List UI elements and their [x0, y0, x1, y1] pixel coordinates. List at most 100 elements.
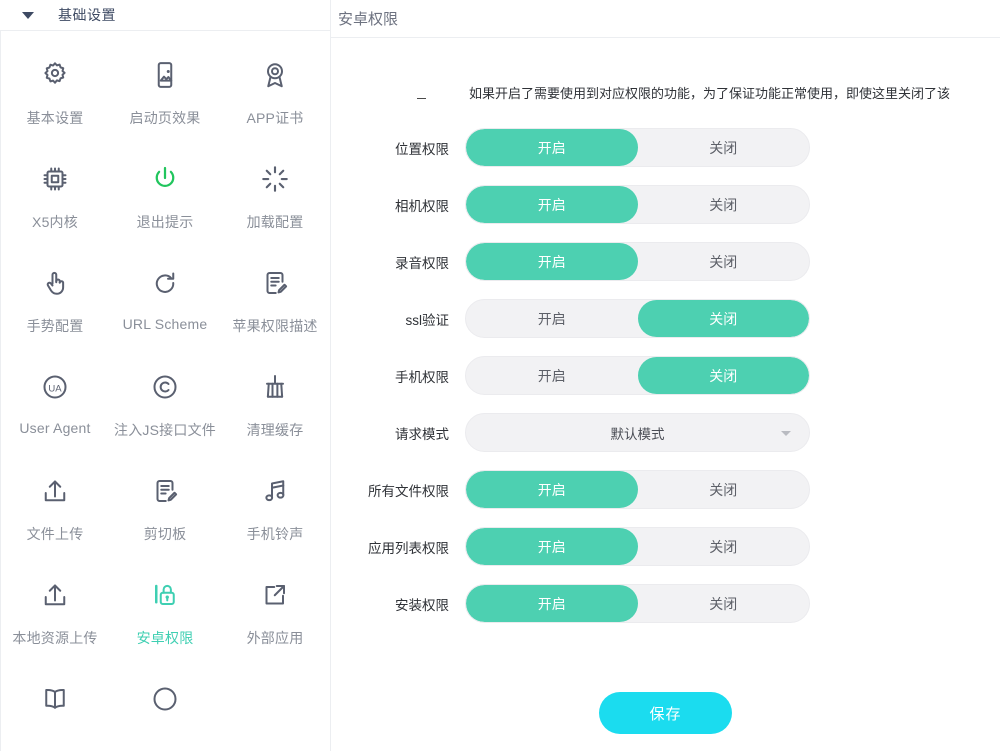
sidebar-item-2[interactable]: 启动页效果: [110, 55, 220, 128]
page-title: 安卓权限: [338, 11, 399, 28]
external-link-icon: [255, 575, 295, 615]
certificate-icon: [255, 55, 295, 95]
sidebar-item-label: 本地资源上传: [12, 630, 98, 646]
toggle-on-option[interactable]: 开启: [466, 243, 638, 280]
save-button-container: 保存: [331, 692, 1000, 734]
row-label: 应用列表权限: [368, 540, 449, 556]
sidebar-item-label: 基本设置: [26, 110, 84, 126]
sidebar-item-17[interactable]: 安卓权限: [110, 575, 220, 648]
circle-icon: [145, 679, 185, 719]
toggle-on-option[interactable]: 开启: [466, 528, 638, 565]
sidebar-item-5[interactable]: 退出提示: [110, 159, 220, 232]
row-label: 所有文件权限: [368, 483, 449, 499]
main-header: 安卓权限: [331, 0, 1000, 38]
toggle-off-option[interactable]: 关闭: [637, 357, 809, 394]
chip-icon: [35, 159, 75, 199]
toggle-off-option[interactable]: 关闭: [638, 528, 810, 565]
sidebar-item-3[interactable]: APP证书: [220, 55, 330, 128]
toggle-off-option[interactable]: 关闭: [637, 300, 809, 337]
toggle-group: 开启 关闭: [465, 299, 810, 338]
settings-rows: 位置权限 开启 关闭 相机权限 开启 关闭 录音权限 开启 关闭 ssl验证 开启 关闭 手机权限 开启关…: [331, 119, 1000, 632]
settings-row: 应用列表权限 开启 关闭: [331, 518, 1000, 575]
toggle-group: 开启 关闭: [465, 185, 810, 224]
settings-row: 安装权限 开启 关闭: [331, 575, 1000, 632]
doc-edit-icon: [255, 263, 295, 303]
refresh-icon: [145, 263, 185, 303]
sidebar-item-18[interactable]: 外部应用: [220, 575, 330, 648]
sidebar-item-6[interactable]: 加载配置: [220, 159, 330, 232]
sidebar-left-rail: [0, 31, 1, 751]
sidebar-item-partial-1[interactable]: [0, 679, 110, 719]
sidebar-item-16[interactable]: 本地资源上传: [0, 575, 110, 648]
gear-icon: [35, 55, 75, 95]
toggle-on-option[interactable]: 开启: [466, 471, 638, 508]
sidebar-item-label: URL Scheme: [122, 316, 208, 332]
sidebar-item-label: 清理缓存: [246, 422, 304, 438]
hand-tap-icon: [35, 263, 75, 303]
sidebar-item-10[interactable]: UA User Agent: [0, 367, 110, 440]
sidebar-item-label: User Agent: [19, 420, 91, 436]
row-label: 相机权限: [395, 198, 449, 214]
sidebar-item-12[interactable]: 清理缓存: [220, 367, 330, 440]
app-root: 基础设置 基本设置 启动页效果 APP证书 X5内核 退出提示 加载配置手势配置 URL …: [0, 0, 1000, 751]
sidebar-item-label: 文件上传: [26, 526, 84, 542]
sidebar-item-label: X5内核: [32, 214, 78, 230]
toggle-on-option[interactable]: 开启: [466, 186, 638, 223]
sidebar-item-4[interactable]: X5内核: [0, 159, 110, 232]
sidebar-item-11[interactable]: 注入JS接口文件: [110, 367, 220, 440]
ua-circle-icon: UA: [35, 367, 75, 407]
select-value: 默认模式: [610, 426, 665, 442]
sidebar-item-13[interactable]: 文件上传: [0, 471, 110, 544]
save-button[interactable]: 保存: [599, 692, 732, 734]
settings-row: 相机权限 开启 关闭: [331, 176, 1000, 233]
sidebar-item-label: APP证书: [246, 110, 304, 126]
sidebar: 基础设置 基本设置 启动页效果 APP证书 X5内核 退出提示 加载配置手势配置 URL …: [0, 0, 331, 751]
sidebar-item-15[interactable]: 手机铃声: [220, 471, 330, 544]
copyright-icon: [145, 367, 185, 407]
row-label: 位置权限: [395, 141, 449, 157]
broom-icon: [255, 367, 295, 407]
svg-text:UA: UA: [48, 383, 62, 394]
toggle-on-option[interactable]: 开启: [466, 357, 638, 394]
sidebar-item-label: 安卓权限: [136, 630, 194, 646]
permission-notice-text: 如果开启了需要使用到对应权限的功能，为了保证功能正常使用，即使这里关闭了该: [469, 86, 951, 101]
toggle-off-option[interactable]: 关闭: [638, 129, 810, 166]
sidebar-item-partial-2[interactable]: [110, 679, 220, 719]
toggle-on-option[interactable]: 开启: [466, 300, 638, 337]
row-label: ssl验证: [405, 312, 450, 328]
sidebar-item-label: 启动页效果: [129, 110, 201, 126]
sidebar-item-label: 手势配置: [26, 318, 84, 334]
toggle-group: 开启 关闭: [465, 242, 810, 281]
sidebar-item-7[interactable]: 手势配置: [0, 263, 110, 336]
toggle-on-option[interactable]: 开启: [466, 585, 638, 622]
row-label: 请求模式: [395, 426, 449, 442]
sidebar-item-label: 剪切板: [143, 526, 187, 542]
row-label: 手机权限: [395, 369, 449, 385]
row-label: 安装权限: [395, 597, 449, 613]
toggle-off-option[interactable]: 关闭: [638, 186, 810, 223]
toggle-off-option[interactable]: 关闭: [638, 243, 810, 280]
doc-edit-icon: [145, 471, 185, 511]
toggle-group: 开启 关闭: [465, 527, 810, 566]
lock-icon: [145, 575, 185, 615]
toggle-group: 开启 关闭: [465, 356, 810, 395]
sidebar-item-label: 外部应用: [246, 630, 304, 646]
toggle-off-option[interactable]: 关闭: [638, 585, 810, 622]
upload-icon: [35, 575, 75, 615]
upload-icon: [35, 471, 75, 511]
music-note-icon: [255, 471, 295, 511]
sidebar-item-label: 退出提示: [136, 214, 194, 230]
settings-row: ssl验证 开启 关闭: [331, 290, 1000, 347]
sidebar-item-8[interactable]: URL Scheme: [110, 263, 220, 336]
toggle-group: 开启 关闭: [465, 584, 810, 623]
sidebar-item-9[interactable]: 苹果权限描述: [220, 263, 330, 336]
toggle-on-option[interactable]: 开启: [466, 129, 638, 166]
chevron-down-icon[interactable]: [781, 430, 791, 436]
toggle-group: 开启 关闭: [465, 470, 810, 509]
sidebar-section-header[interactable]: 基础设置: [0, 0, 330, 31]
chevron-down-icon[interactable]: [22, 11, 34, 19]
sidebar-item-14[interactable]: 剪切板: [110, 471, 220, 544]
toggle-off-option[interactable]: 关闭: [638, 471, 810, 508]
request-mode-select[interactable]: 默认模式: [465, 413, 810, 452]
sidebar-item-1[interactable]: 基本设置: [0, 55, 110, 128]
